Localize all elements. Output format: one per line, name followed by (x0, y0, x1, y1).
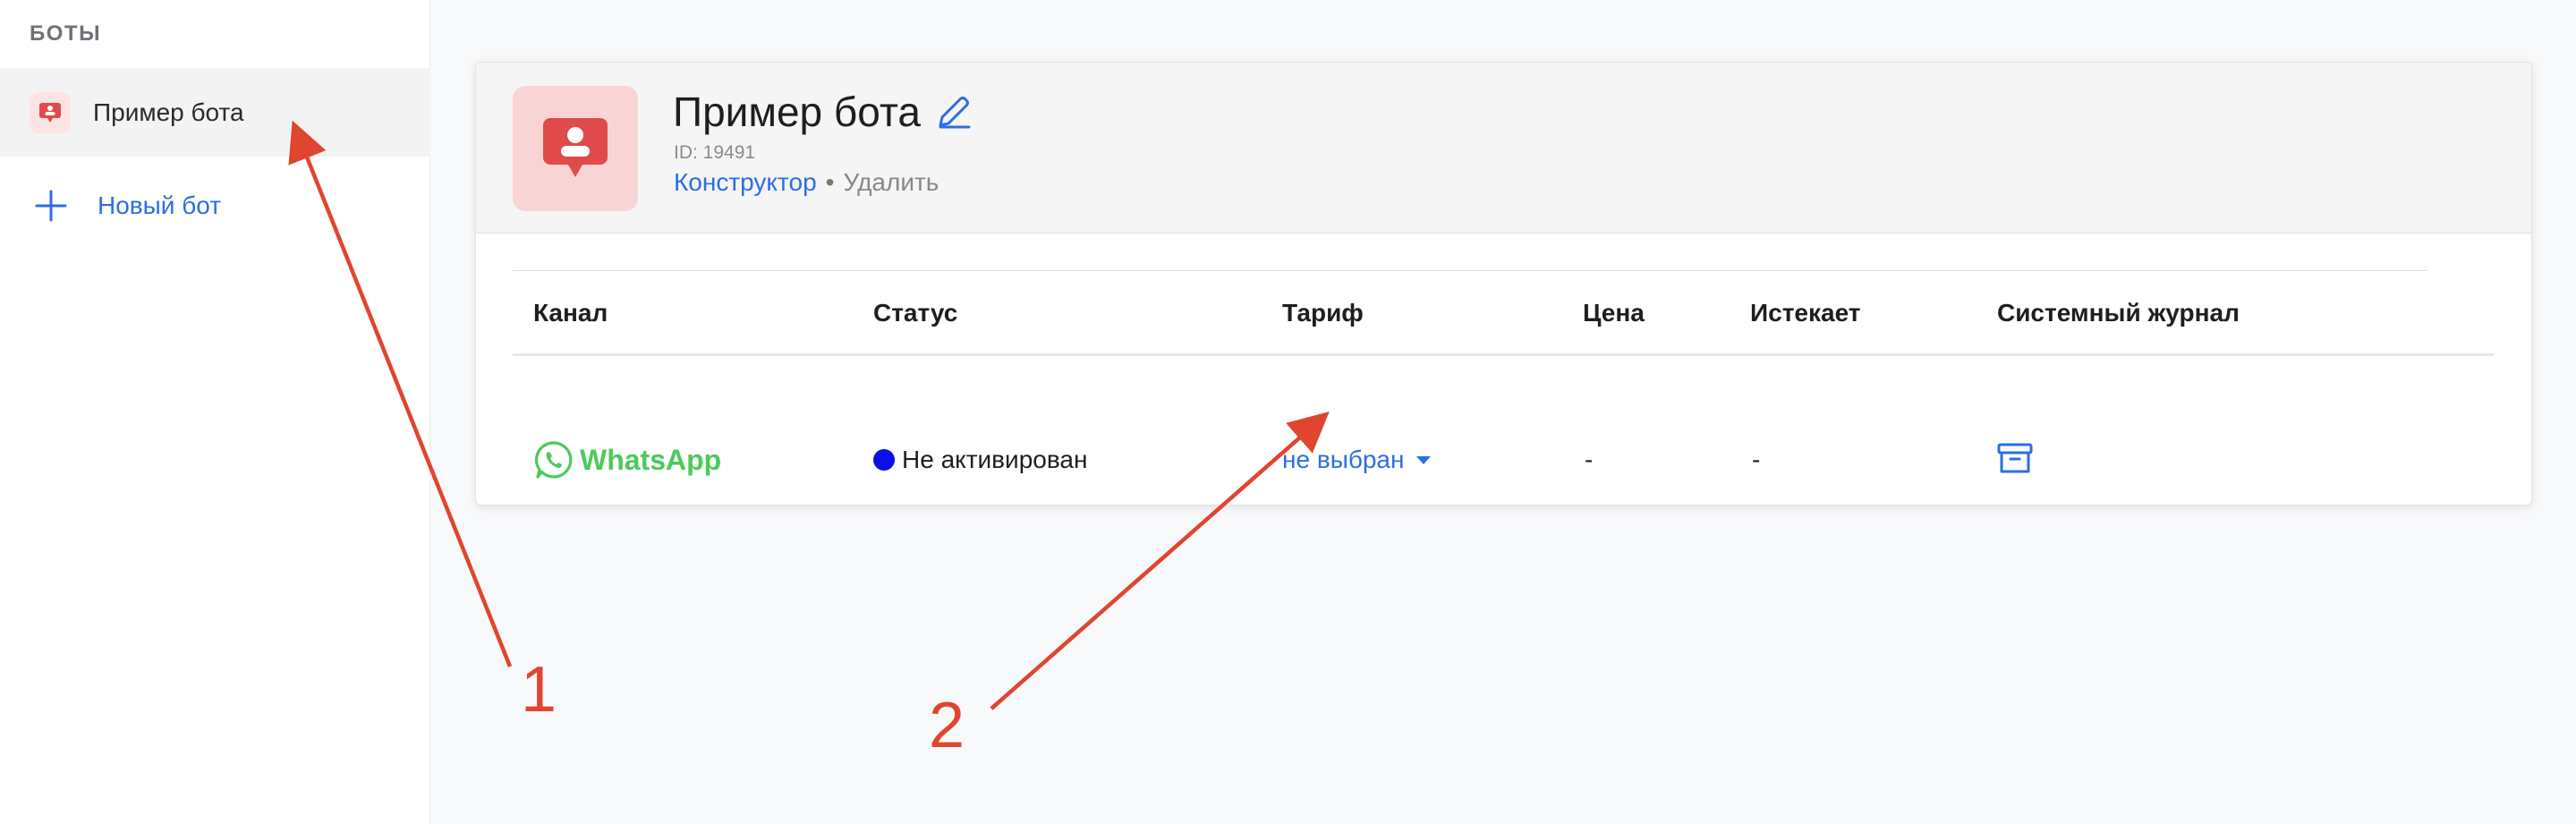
sidebar-item-label: Пример бота (93, 98, 244, 126)
pencil-icon[interactable] (933, 91, 974, 132)
new-bot-label: Новый бот (98, 191, 222, 219)
bot-actions: Конструктор • Удалить (674, 168, 939, 197)
column-header-price: Цена (1583, 299, 1645, 327)
status-cell: Не активирован (873, 442, 1087, 478)
table-header-divider (513, 353, 2494, 356)
delete-link[interactable]: Удалить (843, 168, 939, 197)
sidebar-header: БОТЫ (30, 21, 102, 46)
bot-card-header: Пример бота ID: 19491 Конструктор • Удал… (476, 63, 2531, 234)
bot-message-icon (543, 118, 608, 177)
tariff-value: не выбран (1282, 446, 1405, 473)
price-cell: - (1585, 446, 1594, 473)
link-separator: • (825, 168, 835, 196)
column-header-tariff: Тариф (1282, 299, 1364, 327)
plus-icon (35, 190, 67, 222)
sidebar: БОТЫ Пример бота Новый бот (0, 0, 430, 824)
bot-avatar (513, 86, 638, 211)
caret-down-icon (1416, 455, 1432, 464)
archive-icon[interactable] (1997, 442, 2033, 474)
bot-id: ID: 19491 (674, 142, 756, 163)
column-header-channel: Канал (533, 299, 608, 327)
expires-cell: - (1752, 446, 1761, 473)
whatsapp-icon (534, 441, 573, 479)
page: БОТЫ Пример бота Новый бот Пример бота I… (0, 0, 2576, 824)
status-text: Не активирован (902, 446, 1088, 473)
log-cell (1997, 440, 2033, 476)
sidebar-item-example-bot[interactable]: Пример бота (0, 68, 430, 157)
annotation-label-1: 1 (521, 654, 557, 726)
bot-card: Пример бота ID: 19491 Конструктор • Удал… (475, 62, 2532, 505)
tariff-dropdown[interactable]: не выбран (1282, 442, 1432, 478)
constructor-link[interactable]: Конструктор (674, 168, 817, 197)
bot-message-icon (30, 91, 71, 133)
bot-title: Пример бота (673, 88, 974, 136)
new-bot-button[interactable]: Новый бот (0, 166, 430, 246)
bot-title-text: Пример бота (673, 89, 921, 135)
channel-cell: WhatsApp (533, 437, 721, 483)
column-header-log: Системный журнал (1997, 299, 2240, 327)
channel-name: WhatsApp (580, 443, 722, 476)
column-header-expires: Истекает (1750, 299, 1861, 327)
annotation-label-2: 2 (929, 690, 965, 761)
status-indicator (873, 449, 895, 471)
column-header-status: Статус (873, 299, 958, 327)
table-top-divider (513, 270, 2427, 271)
